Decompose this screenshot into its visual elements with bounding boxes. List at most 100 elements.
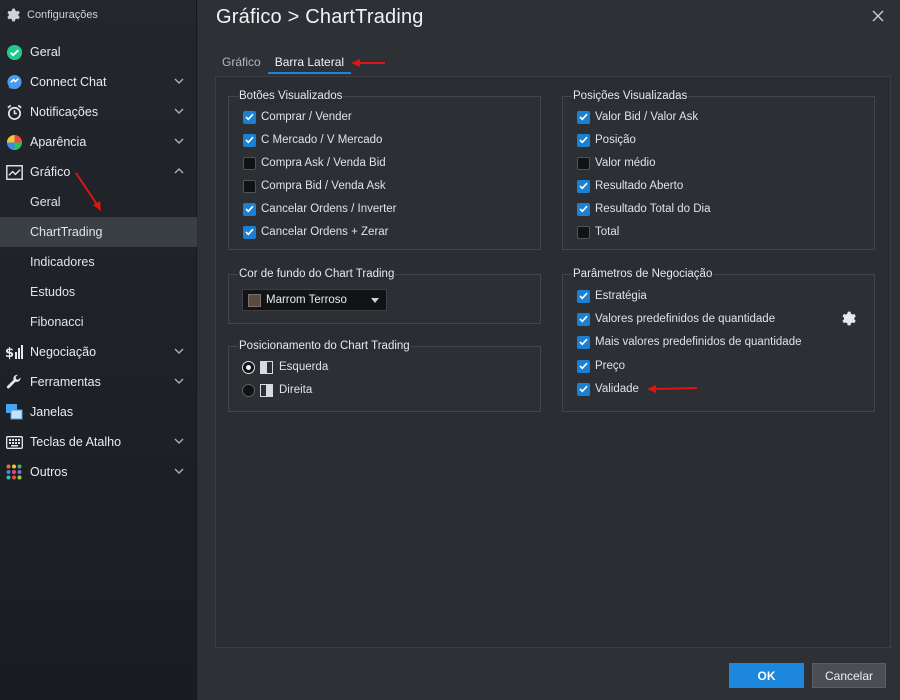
dropdown-value: Marrom Terroso [266,294,347,306]
sidebar-item-ferramentas[interactable]: Ferramentas [0,367,197,397]
checkbox-validade[interactable]: Validade [577,380,639,398]
settings-content: Botões Visualizados Comprar / Vender C M… [215,76,891,648]
sidebar-item-label: Geral [30,45,61,59]
checkbox-unchecked[interactable] [243,179,256,193]
group-cor-fundo: Cor de fundo do Chart Trading Marrom Ter… [228,268,541,324]
group-parametros-negociacao: Parâmetros de Negociação Estratégia Valo… [562,268,875,412]
checkbox-checked[interactable] [577,179,590,193]
sidebar-item-connect-chat[interactable]: Connect Chat [0,67,197,97]
radio-label: Direita [279,384,313,396]
checkbox-label: Mais valores predefinidos de quantidade [595,336,802,348]
annotation-arrow [75,172,101,211]
radio-label: Esquerda [279,361,329,373]
checkbox-checked[interactable] [577,110,590,124]
sidebar-subitem-charttrading[interactable]: ChartTrading [0,217,197,247]
checkbox-label: Comprar / Vender [261,111,352,123]
checkbox-unchecked[interactable] [577,225,590,239]
checkbox-label: Valores predefinidos de quantidade [595,313,776,325]
panel-left-icon [260,360,273,374]
dropdown-arrow-icon [371,298,379,303]
background-color-dropdown[interactable]: Marrom Terroso [242,289,387,311]
sidebar-item-negociacao[interactable]: $ Negociação [0,337,197,367]
sidebar-item-janelas[interactable]: Janelas [0,397,197,427]
ok-button[interactable]: OK [729,663,804,688]
group-title: Botões Visualizados [238,90,344,103]
group-title: Posicionamento do Chart Trading [238,340,411,353]
checkbox-unchecked[interactable] [577,156,590,170]
sidebar-item-teclas-atalho[interactable]: Teclas de Atalho [0,427,197,457]
checkbox-label: C Mercado / V Mercado [261,134,383,146]
checkbox-total[interactable]: Total [577,223,619,241]
chevron-up-icon [174,168,184,174]
group-title: Parâmetros de Negociação [572,268,714,281]
sidebar-item-geral[interactable]: Geral [0,37,197,67]
chevron-down-icon [174,108,184,114]
sidebar-item-aparencia[interactable]: Aparência [0,127,197,157]
radio-unselected[interactable] [242,383,255,397]
checkbox-checked[interactable] [577,359,590,373]
chevron-down-icon [174,468,184,474]
sidebar-item-label: Gráfico [30,165,71,179]
checkbox-resultado-aberto[interactable]: Resultado Aberto [577,177,683,195]
checkbox-checked[interactable] [577,335,590,349]
radio-direita[interactable]: Direita [242,381,312,399]
checkbox-label: Validade [595,383,639,395]
gear-icon[interactable] [841,311,856,326]
sidebar-item-label: Janelas [30,405,74,419]
group-posicionamento: Posicionamento do Chart Trading Esquerda… [228,340,541,412]
checkbox-checked[interactable] [243,202,256,216]
checkbox-unchecked[interactable] [243,156,256,170]
settings-main-panel: Gráfico > ChartTrading Gráfico Barra Lat… [198,0,900,700]
sidebar-item-outros[interactable]: Outros [0,457,197,487]
tab-barra-lateral[interactable]: Barra Lateral [267,54,352,74]
alarm-clock-icon [5,103,23,121]
checkbox-checked[interactable] [577,133,590,147]
checkbox-label: Resultado Total do Dia [595,203,711,215]
radio-esquerda[interactable]: Esquerda [242,358,328,376]
close-icon[interactable] [872,10,884,22]
sidebar-subitem-fibonacci[interactable]: Fibonacci [0,307,197,337]
tab-grafico[interactable]: Gráfico [215,54,268,74]
checkbox-checked[interactable] [577,289,590,303]
annotation-arrow [351,59,385,67]
checkbox-estrategia[interactable]: Estratégia [577,287,647,305]
sidebar-item-notificacoes[interactable]: Notificações [0,97,197,127]
group-title: Cor de fundo do Chart Trading [238,268,396,281]
checkbox-resultado-total-dia[interactable]: Resultado Total do Dia [577,200,711,218]
apps-grid-icon [5,463,23,481]
chevron-down-icon [174,378,184,384]
checkbox-label: Total [595,226,620,238]
checkbox-cancelar-inverter[interactable]: Cancelar Ordens / Inverter [243,200,397,218]
checkbox-valor-medio[interactable]: Valor médio [577,154,656,172]
sidebar-item-label: Fibonacci [30,315,84,329]
chevron-down-icon [174,438,184,444]
checkbox-checked[interactable] [243,225,256,239]
sidebar-subitem-estudos[interactable]: Estudos [0,277,197,307]
settings-sidebar: Configurações Geral Connect Chat Notific… [0,0,197,700]
checkbox-checked[interactable] [577,202,590,216]
sidebar-item-label: Aparência [30,135,87,149]
checkbox-checked[interactable] [243,110,256,124]
checkbox-valores-predefinidos[interactable]: Valores predefinidos de quantidade [577,310,775,328]
color-wheel-icon [5,133,23,151]
checkbox-checked[interactable] [243,133,256,147]
cancel-button[interactable]: Cancelar [812,663,886,688]
checkbox-compra-ask-venda-bid[interactable]: Compra Ask / Venda Bid [243,154,386,172]
color-swatch [248,293,261,307]
checkbox-posicao[interactable]: Posição [577,131,636,149]
checkbox-valor-bid-ask[interactable]: Valor Bid / Valor Ask [577,108,698,126]
checkbox-label: Compra Ask / Venda Bid [261,157,386,169]
checkbox-preco[interactable]: Preço [577,357,625,375]
checkbox-cancelar-zerar[interactable]: Cancelar Ordens + Zerar [243,223,389,241]
dollar-chart-icon: $ [5,343,23,361]
checkbox-c-mercado-v-mercado[interactable]: C Mercado / V Mercado [243,131,382,149]
checkbox-comprar-vender[interactable]: Comprar / Vender [243,108,352,126]
checkbox-checked[interactable] [577,312,590,326]
radio-selected[interactable] [242,360,255,374]
sidebar-subitem-indicadores[interactable]: Indicadores [0,247,197,277]
checkbox-compra-bid-venda-ask[interactable]: Compra Bid / Venda Ask [243,177,386,195]
check-circle-icon [5,43,23,61]
checkbox-label: Cancelar Ordens + Zerar [261,226,389,238]
checkbox-checked[interactable] [577,382,590,396]
checkbox-mais-valores-predefinidos[interactable]: Mais valores predefinidos de quantidade [577,333,802,351]
